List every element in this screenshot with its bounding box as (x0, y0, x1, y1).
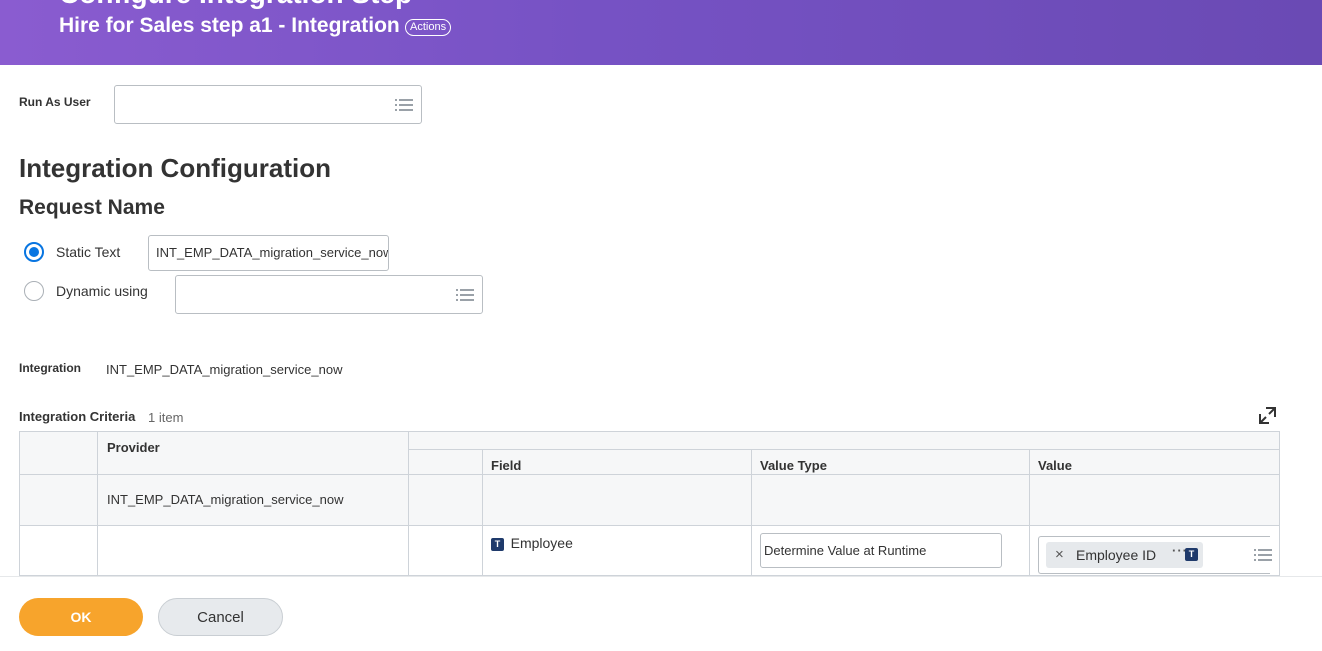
integration-configuration-heading: Integration Configuration (19, 153, 331, 183)
provider-cell: INT_EMP_DATA_migration_service_now (107, 492, 344, 507)
integration-criteria-count: 1 item (148, 410, 184, 425)
run-as-user-input[interactable] (114, 85, 422, 124)
field-value: Employee (510, 535, 573, 551)
prompt-list-icon[interactable] (1254, 548, 1272, 562)
text-type-icon: T (491, 538, 504, 552)
dynamic-using-input[interactable] (175, 275, 483, 314)
static-text-label: Static Text (56, 244, 121, 260)
table-gridline (408, 432, 409, 575)
table-gridline (20, 474, 1279, 475)
static-text-input[interactable]: INT_EMP_DATA_migration_service_now (148, 235, 389, 271)
dynamic-using-label: Dynamic using (56, 283, 148, 299)
remove-icon[interactable]: × (1055, 546, 1064, 563)
column-header-field[interactable]: Field (491, 458, 521, 473)
table-gridline (97, 432, 98, 575)
static-text-radio[interactable] (24, 242, 44, 262)
integration-value: INT_EMP_DATA_migration_service_now (106, 362, 343, 377)
request-name-heading: Request Name (19, 196, 165, 219)
page-header: Configure Integration Step Hire for Sale… (0, 0, 1322, 65)
table-gridline (408, 449, 1279, 450)
prompt-list-icon[interactable] (395, 98, 413, 112)
ok-button[interactable]: OK (19, 598, 143, 636)
page-subtitle: Hire for Sales step a1 - Integration (59, 14, 400, 37)
table-gridline (751, 449, 752, 575)
column-header-value[interactable]: Value (1038, 458, 1072, 473)
table-header-bg (20, 432, 1279, 474)
text-type-icon: T (1185, 548, 1198, 561)
column-header-provider[interactable]: Provider (107, 440, 160, 455)
cancel-button[interactable]: Cancel (158, 598, 283, 636)
table-gridline (20, 525, 1279, 526)
prompt-list-icon[interactable] (456, 288, 474, 302)
column-header-value-type[interactable]: Value Type (760, 458, 827, 473)
value-prompt-input[interactable]: × Employee ID ··· T (1038, 536, 1272, 574)
expand-icon[interactable] (1259, 407, 1276, 424)
dynamic-using-radio[interactable] (24, 281, 44, 301)
selected-value-pill: × Employee ID ··· T (1046, 542, 1203, 568)
integration-label: Integration (19, 361, 81, 375)
table-gridline (1029, 449, 1030, 575)
run-as-user-label: Run As User (19, 95, 91, 109)
value-type-input[interactable]: Determine Value at Runtime (760, 533, 1002, 568)
selected-value-label: Employee ID (1076, 547, 1157, 563)
integration-criteria-table: Provider Field Value Type Value INT_EMP_… (19, 431, 1280, 576)
table-gridline (482, 449, 483, 575)
field-cell: T Employee (491, 535, 573, 552)
page-title: Configure Integration Step (59, 0, 412, 10)
integration-criteria-label: Integration Criteria (19, 409, 136, 424)
actions-button[interactable]: Actions (405, 19, 452, 36)
footer-bar: OK Cancel (0, 576, 1322, 651)
